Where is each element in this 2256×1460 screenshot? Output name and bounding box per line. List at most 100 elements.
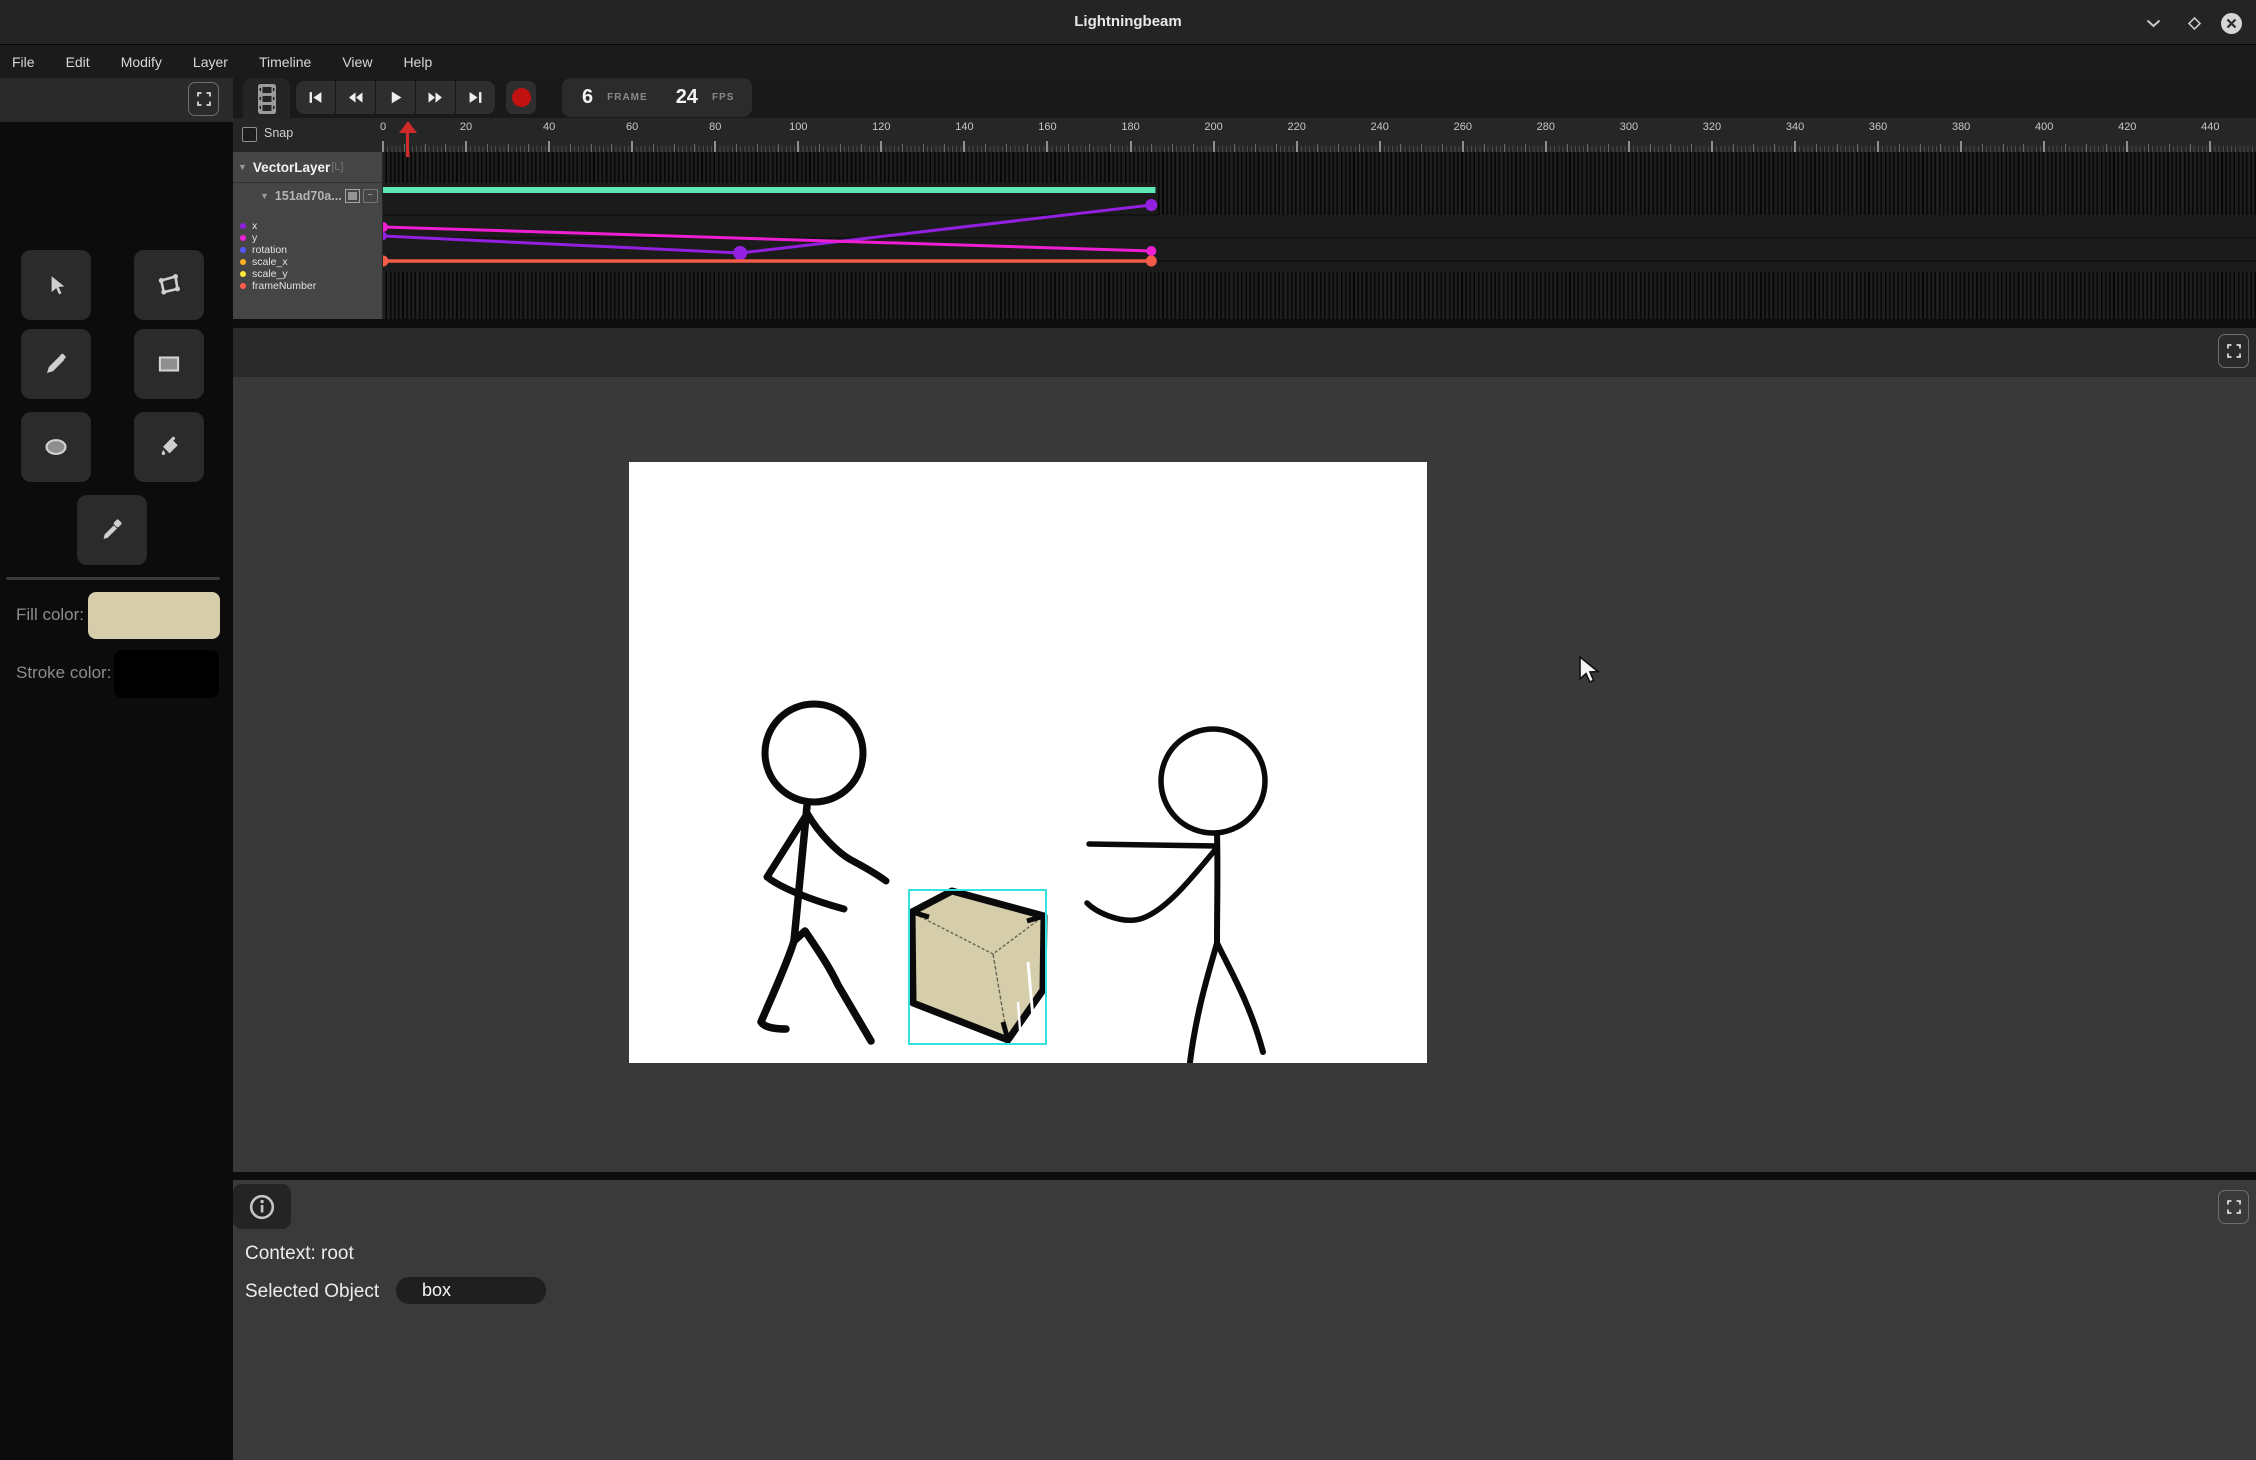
- ruler-tick: [1400, 144, 1401, 152]
- maximize-button[interactable]: [2181, 10, 2207, 36]
- ruler-tick: [1837, 144, 1838, 152]
- keyframe-display-toggle[interactable]: [345, 189, 360, 203]
- selected-object-field[interactable]: box: [396, 1277, 546, 1304]
- skip-to-start-button[interactable]: [296, 81, 336, 114]
- ruler-tick: [1960, 141, 1962, 152]
- property-row-x[interactable]: x: [240, 220, 316, 232]
- ruler-tick: [548, 141, 550, 152]
- property-name: scale_y: [252, 268, 288, 280]
- frame-fps-display[interactable]: 6 FRAME 24 FPS: [562, 78, 752, 117]
- menu-edit[interactable]: Edit: [66, 54, 90, 70]
- tools-panel-expand-button[interactable]: [188, 82, 219, 116]
- property-color-dot: [240, 259, 246, 265]
- object-name: 151ad70a...: [275, 189, 342, 203]
- pencil-tool[interactable]: [21, 329, 91, 399]
- menu-timeline[interactable]: Timeline: [259, 54, 311, 70]
- timeline-tab-button[interactable]: [243, 78, 290, 120]
- select-tool[interactable]: [21, 250, 91, 320]
- snap-checkbox[interactable]: [242, 127, 257, 142]
- keyframe-dot-x[interactable]: [733, 246, 747, 260]
- curve-display-toggle[interactable]: ~: [363, 189, 378, 203]
- rectangle-tool[interactable]: [134, 329, 204, 399]
- playhead[interactable]: [399, 121, 417, 157]
- ruler-tick: [425, 144, 426, 152]
- property-row-frameNumber[interactable]: frameNumber: [240, 280, 316, 292]
- layer-row-vectorlayer[interactable]: ▼ VectorLayer [L]: [233, 152, 382, 183]
- property-name: y: [252, 232, 257, 244]
- ruler-tick: [1587, 144, 1588, 152]
- keyframe-dot-x[interactable]: [1145, 199, 1157, 211]
- transform-tool[interactable]: [134, 250, 204, 320]
- property-row-y[interactable]: y: [240, 232, 316, 244]
- bucket-tool[interactable]: [134, 412, 204, 482]
- ruler-tick: [1338, 144, 1339, 152]
- ruler-tick: [1982, 144, 1983, 152]
- layer-panel: ▼ VectorLayer [L] ▼ 151ad70a... ~ xyrota…: [233, 152, 383, 319]
- timeline-curves[interactable]: [383, 152, 2256, 319]
- ruler-label: 260: [1454, 121, 1472, 133]
- menu-layer[interactable]: Layer: [193, 54, 228, 70]
- minimize-button[interactable]: [2140, 10, 2166, 36]
- canvas[interactable]: [629, 462, 1427, 1063]
- ruler-tick: [902, 144, 903, 152]
- stroke-color-swatch[interactable]: [114, 650, 219, 698]
- keyframe-dot-frameNumber[interactable]: [1146, 256, 1157, 267]
- title-bar[interactable]: Lightningbeam: [0, 0, 2256, 45]
- tools-sidebar: Fill color: Stroke color:: [0, 122, 233, 1460]
- close-button[interactable]: [2218, 10, 2244, 36]
- play-button[interactable]: [376, 81, 416, 114]
- property-name: scale_x: [252, 256, 288, 268]
- ellipse-tool[interactable]: [21, 412, 91, 482]
- stroke-color-label: Stroke color:: [16, 663, 111, 683]
- object-row[interactable]: ▼ 151ad70a... ~: [233, 183, 382, 209]
- info-tab-button[interactable]: [233, 1184, 291, 1229]
- ruler-tick: [2043, 141, 2045, 152]
- inspector-expand-button[interactable]: [2218, 1190, 2249, 1224]
- playhead-stem: [406, 131, 409, 157]
- menu-file[interactable]: File: [12, 54, 35, 70]
- ruler-tick: [1442, 144, 1443, 152]
- keyframe-dot-y[interactable]: [1146, 246, 1156, 256]
- ruler-tick: [757, 144, 758, 152]
- property-row-scale_x[interactable]: scale_x: [240, 256, 316, 268]
- fast-forward-button[interactable]: [416, 81, 456, 114]
- right-stick-figure[interactable]: [1087, 729, 1265, 1062]
- ruler-tick: [508, 144, 509, 152]
- menu-view[interactable]: View: [342, 54, 372, 70]
- timeline-ruler[interactable]: 0204060801001201401601802002202402602803…: [233, 118, 2256, 152]
- fill-color-swatch[interactable]: [88, 592, 220, 639]
- ruler-tick: [1733, 144, 1734, 152]
- ruler-tick: [653, 144, 654, 152]
- eyedropper-tool[interactable]: [77, 495, 147, 565]
- caret-down-icon[interactable]: ▼: [238, 162, 247, 172]
- ruler-tick: [1753, 144, 1754, 152]
- ruler-tick: [2003, 144, 2004, 152]
- ruler-tick: [1234, 144, 1235, 152]
- property-row-rotation[interactable]: rotation: [240, 244, 316, 256]
- stage-expand-button[interactable]: [2218, 334, 2249, 368]
- left-stick-figure[interactable]: [761, 704, 886, 1041]
- rewind-button[interactable]: [336, 81, 376, 114]
- ruler-tick: [1276, 144, 1277, 152]
- ruler-label: 140: [955, 121, 973, 133]
- keyframe-dot-x[interactable]: [383, 232, 387, 240]
- ruler-tick: [1545, 141, 1547, 152]
- keyframe-dot-frameNumber[interactable]: [383, 256, 389, 267]
- frame-label: FRAME: [607, 92, 648, 103]
- menu-help[interactable]: Help: [403, 54, 432, 70]
- ruler-label: 240: [1371, 121, 1389, 133]
- ruler-tick: [2209, 141, 2211, 152]
- caret-down-icon[interactable]: ▼: [260, 191, 269, 201]
- ruler-label: 0: [380, 121, 386, 133]
- property-row-scale_y[interactable]: scale_y: [240, 268, 316, 280]
- box-object[interactable]: [912, 891, 1044, 1040]
- record-button[interactable]: [506, 81, 536, 114]
- keyframe-dot-y[interactable]: [383, 222, 388, 232]
- menu-modify[interactable]: Modify: [121, 54, 162, 70]
- ruler-tick: [2106, 144, 2107, 152]
- skip-to-end-button[interactable]: [456, 81, 495, 114]
- ruler-tick: [1774, 144, 1775, 152]
- ruler-tick: [1172, 144, 1173, 152]
- cursor-icon: [45, 274, 67, 296]
- ruler-tick: [445, 144, 446, 152]
